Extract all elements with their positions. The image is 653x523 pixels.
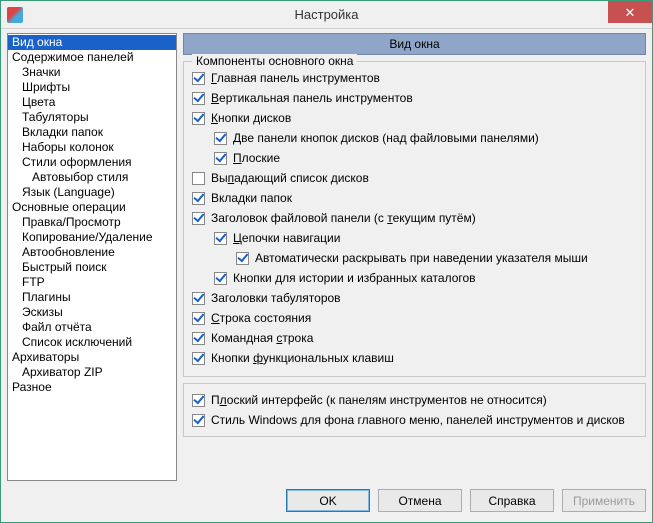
page-panel: Вид окна Компоненты основного окна Главн…	[183, 33, 646, 481]
tree-item[interactable]: Копирование/Удаление	[8, 230, 176, 245]
option-row[interactable]: Кнопки дисков	[192, 108, 637, 128]
tree-item[interactable]: Плагины	[8, 290, 176, 305]
option-label: Стиль Windows для фона главного меню, па…	[211, 412, 625, 428]
option-row[interactable]: Заголовок файловой панели (с текущим пут…	[192, 208, 637, 228]
tree-item[interactable]: Язык (Language)	[8, 185, 176, 200]
tree-item[interactable]: Цвета	[8, 95, 176, 110]
option-label: Цепочки навигации	[233, 230, 340, 246]
tree-item[interactable]: Значки	[8, 65, 176, 80]
option-label: Командная строка	[211, 330, 313, 346]
option-label: Заголовок файловой панели (с текущим пут…	[211, 210, 476, 226]
option-row[interactable]: Выпадающий список дисков	[192, 168, 637, 188]
tree-item[interactable]: Архиватор ZIP	[8, 365, 176, 380]
checkbox[interactable]	[192, 212, 205, 225]
checkbox[interactable]	[214, 232, 227, 245]
tree-item[interactable]: Эскизы	[8, 305, 176, 320]
tree-item[interactable]: Стили оформления	[8, 155, 176, 170]
tree-item[interactable]: Правка/Просмотр	[8, 215, 176, 230]
checkbox[interactable]	[192, 192, 205, 205]
tree-item[interactable]: Табуляторы	[8, 110, 176, 125]
option-label: Главная панель инструментов	[211, 70, 380, 86]
tree-item[interactable]: Вид окна	[8, 35, 176, 50]
option-label: Две панели кнопок дисков (над файловыми …	[233, 130, 539, 146]
body: Вид окнаСодержимое панелейЗначкиШрифтыЦв…	[1, 29, 652, 481]
tree-item[interactable]: Архиваторы	[8, 350, 176, 365]
option-row[interactable]: Плоский интерфейс (к панелям инструменто…	[192, 390, 637, 410]
checkbox[interactable]	[214, 152, 227, 165]
checkbox[interactable]	[192, 312, 205, 325]
tree-item[interactable]: Файл отчёта	[8, 320, 176, 335]
option-label: Вертикальная панель инструментов	[211, 90, 413, 106]
option-label: Плоские	[233, 150, 280, 166]
checkbox[interactable]	[236, 252, 249, 265]
option-row[interactable]: Главная панель инструментов	[192, 68, 637, 88]
settings-window: Настройка ✕ Вид окнаСодержимое панелейЗн…	[0, 0, 653, 523]
option-label: Кнопки дисков	[211, 110, 291, 126]
option-label: Плоский интерфейс (к панелям инструменто…	[211, 392, 547, 408]
misc-options-group: Плоский интерфейс (к панелям инструменто…	[183, 383, 646, 437]
help-button[interactable]: Справка	[470, 489, 554, 512]
checkbox[interactable]	[192, 292, 205, 305]
option-row[interactable]: Плоские	[214, 148, 637, 168]
tree-item[interactable]: Автообновление	[8, 245, 176, 260]
tree-item[interactable]: FTP	[8, 275, 176, 290]
checkbox[interactable]	[214, 132, 227, 145]
option-row[interactable]: Стиль Windows для фона главного меню, па…	[192, 410, 637, 430]
checkbox[interactable]	[192, 332, 205, 345]
ok-button[interactable]: OK	[286, 489, 370, 512]
option-label: Вкладки папок	[211, 190, 292, 206]
main-components-group: Компоненты основного окна Главная панель…	[183, 61, 646, 377]
tree-item[interactable]: Вкладки папок	[8, 125, 176, 140]
option-row[interactable]: Автоматически раскрывать при наведении у…	[236, 248, 637, 268]
page-title: Вид окна	[183, 33, 646, 55]
option-label: Автоматически раскрывать при наведении у…	[255, 250, 588, 266]
category-tree[interactable]: Вид окнаСодержимое панелейЗначкиШрифтыЦв…	[7, 33, 177, 481]
option-row[interactable]: Строка состояния	[192, 308, 637, 328]
checkbox[interactable]	[192, 72, 205, 85]
options-list: Главная панель инструментов Вертикальная …	[192, 68, 637, 368]
dialog-buttons: OK Отмена Справка Применить	[1, 481, 652, 522]
titlebar[interactable]: Настройка ✕	[1, 1, 652, 29]
tree-item[interactable]: Основные операции	[8, 200, 176, 215]
option-row[interactable]: Командная строка	[192, 328, 637, 348]
checkbox[interactable]	[192, 112, 205, 125]
option-label: Заголовки табуляторов	[211, 290, 341, 306]
checkbox[interactable]	[192, 414, 205, 427]
tree-item[interactable]: Список исключений	[8, 335, 176, 350]
group-label: Компоненты основного окна	[192, 54, 357, 68]
tree-item[interactable]: Содержимое панелей	[8, 50, 176, 65]
option-row[interactable]: Заголовки табуляторов	[192, 288, 637, 308]
tree-item[interactable]: Разное	[8, 380, 176, 395]
close-button[interactable]: ✕	[608, 1, 652, 23]
option-row[interactable]: Цепочки навигации	[214, 228, 637, 248]
option-label: Кнопки функциональных клавиш	[211, 350, 394, 366]
tree-item[interactable]: Шрифты	[8, 80, 176, 95]
option-label: Строка состояния	[211, 310, 311, 326]
checkbox[interactable]	[214, 272, 227, 285]
option-row[interactable]: Две панели кнопок дисков (над файловыми …	[214, 128, 637, 148]
option-row[interactable]: Кнопки функциональных клавиш	[192, 348, 637, 368]
cancel-button[interactable]: Отмена	[378, 489, 462, 512]
checkbox[interactable]	[192, 352, 205, 365]
tree-item[interactable]: Автовыбор стиля	[8, 170, 176, 185]
option-row[interactable]: Кнопки для истории и избранных каталогов	[214, 268, 637, 288]
apply-button[interactable]: Применить	[562, 489, 646, 512]
option-row[interactable]: Вкладки папок	[192, 188, 637, 208]
option-row[interactable]: Вертикальная панель инструментов	[192, 88, 637, 108]
tree-item[interactable]: Наборы колонок	[8, 140, 176, 155]
option-label: Кнопки для истории и избранных каталогов	[233, 270, 476, 286]
checkbox[interactable]	[192, 394, 205, 407]
checkbox[interactable]	[192, 92, 205, 105]
checkbox[interactable]	[192, 172, 205, 185]
option-label: Выпадающий список дисков	[211, 170, 369, 186]
tree-item[interactable]: Быстрый поиск	[8, 260, 176, 275]
window-title: Настройка	[1, 7, 652, 22]
